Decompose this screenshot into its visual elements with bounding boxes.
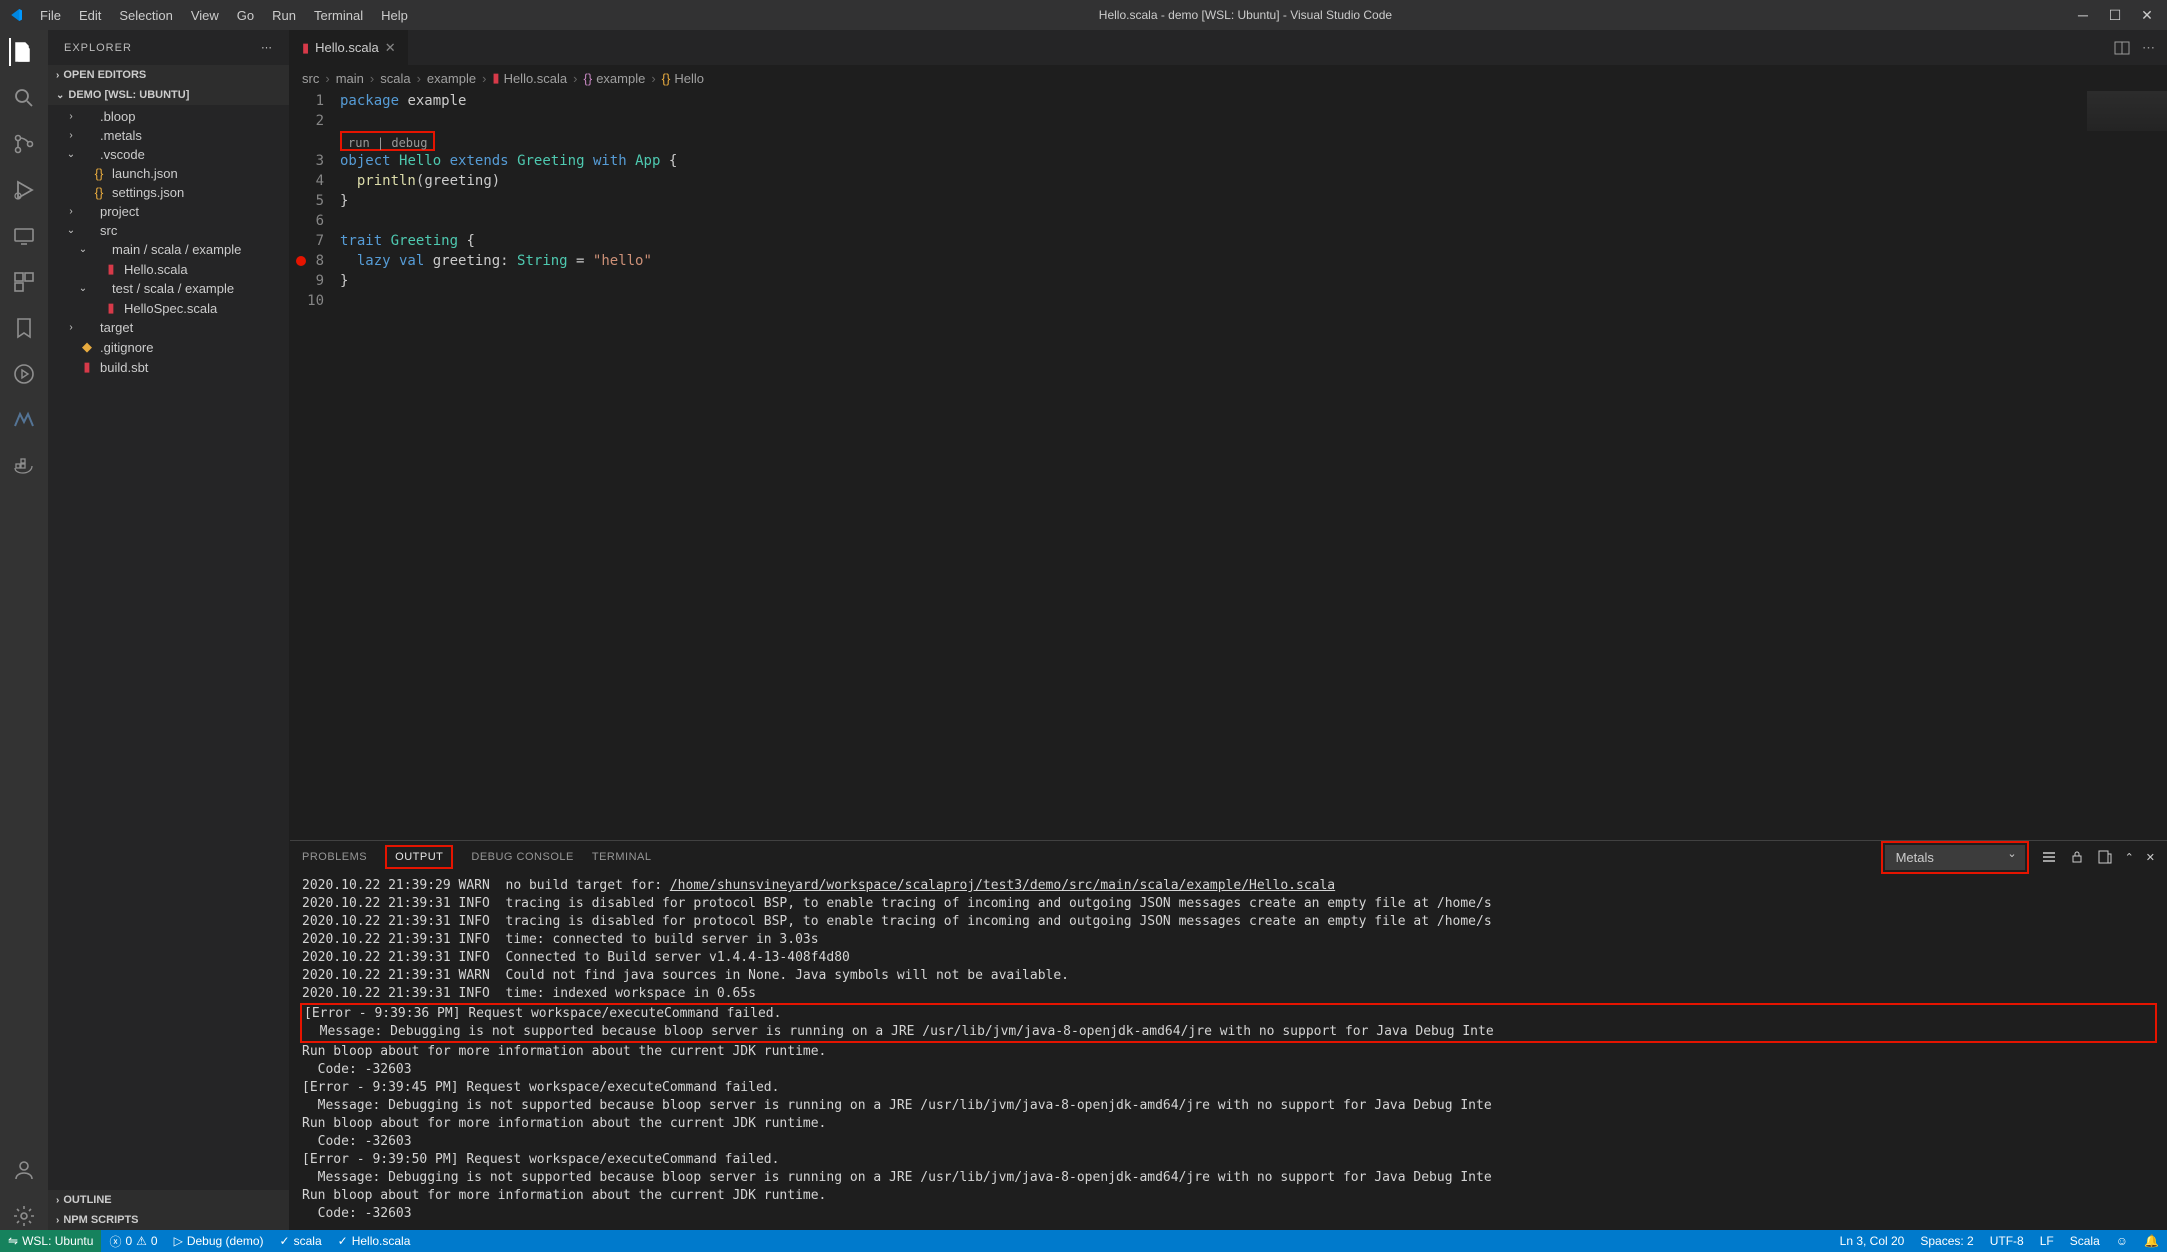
tree-item[interactable]: ▮HelloSpec.scala [48,298,289,318]
more-actions-icon[interactable]: ⋯ [2142,40,2155,56]
minimap[interactable] [2087,91,2167,131]
bookmark-icon[interactable] [10,314,38,342]
menu-edit[interactable]: Edit [71,4,109,27]
maximize-button[interactable]: ☐ [2107,7,2123,23]
vscode-logo-icon [8,7,24,23]
panel-tab-problems[interactable]: PROBLEMS [302,845,367,869]
panel-tab-terminal[interactable]: TERMINAL [592,845,652,869]
close-tab-icon[interactable]: ✕ [385,40,396,56]
open-log-icon[interactable] [2097,849,2113,865]
clear-output-icon[interactable] [2041,849,2057,865]
panel-close-icon[interactable]: ✕ [2146,851,2155,864]
section-workspace[interactable]: ⌄DEMO [WSL: UBUNTU] [48,85,289,105]
tree-item[interactable]: {}launch.json [48,164,289,183]
editor-area: ▮ Hello.scala ✕ ⋯ src› main› scala› exam… [290,30,2167,1230]
bottom-panel: PROBLEMS OUTPUT DEBUG CONSOLE TERMINAL M… [290,840,2167,1230]
section-npm-scripts[interactable]: ›NPM SCRIPTS [48,1210,289,1230]
section-outline[interactable]: ›OUTLINE [48,1190,289,1210]
settings-gear-icon[interactable] [10,1202,38,1230]
menu-view[interactable]: View [183,4,227,27]
tree-item[interactable]: ⌄.vscode [48,145,289,164]
status-cursor[interactable]: Ln 3, Col 20 [1832,1230,1913,1252]
tree-item[interactable]: ◆.gitignore [48,337,289,357]
breakpoint-icon[interactable] [296,256,306,266]
code-editor[interactable]: 12345678910 package examplerun | debugob… [290,91,2167,840]
sidebar: EXPLORER ⋯ ›OPEN EDITORS ⌄DEMO [WSL: UBU… [48,30,290,1230]
tree-item[interactable]: ⌄main / scala / example [48,240,289,259]
menu-help[interactable]: Help [373,4,416,27]
tree-item[interactable]: ▮build.sbt [48,357,289,377]
panel-tabs: PROBLEMS OUTPUT DEBUG CONSOLE TERMINAL M… [290,841,2167,873]
tree-item[interactable]: ›target [48,318,289,337]
close-button[interactable]: ✕ [2139,7,2155,23]
status-encoding[interactable]: UTF-8 [1982,1230,2032,1252]
search-icon[interactable] [10,84,38,112]
remote-indicator[interactable]: ⇋WSL: Ubuntu [0,1230,101,1252]
editor-tabs: ▮ Hello.scala ✕ ⋯ [290,30,2167,65]
menu-selection[interactable]: Selection [111,4,180,27]
output-channel-select[interactable]: Metals [1881,841,2029,874]
menu-terminal[interactable]: Terminal [306,4,371,27]
window-controls: ─ ☐ ✕ [2075,7,2159,23]
window-title: Hello.scala - demo [WSL: Ubuntu] - Visua… [416,8,2075,22]
panel-up-icon[interactable]: ⌃ [2125,851,2134,864]
codelens-run-debug[interactable]: run | debug [340,131,435,151]
status-eol[interactable]: LF [2032,1230,2062,1252]
tree-item[interactable]: ›.bloop [48,107,289,126]
run-debug-icon[interactable] [10,176,38,204]
status-file[interactable]: ✓Hello.scala [330,1230,419,1252]
status-scala[interactable]: ✓scala [272,1230,330,1252]
status-lang[interactable]: Scala [2062,1230,2108,1252]
tab-hello-scala[interactable]: ▮ Hello.scala ✕ [290,30,409,65]
status-debug[interactable]: ▷Debug (demo) [166,1230,272,1252]
minimize-button[interactable]: ─ [2075,7,2091,23]
tree-item[interactable]: {}settings.json [48,183,289,202]
panel-tab-output[interactable]: OUTPUT [385,845,453,869]
account-icon[interactable] [10,1156,38,1184]
menu-run[interactable]: Run [264,4,304,27]
split-editor-icon[interactable] [2114,40,2130,56]
tree-item[interactable]: ›.metals [48,126,289,145]
tree-item[interactable]: ⌄src [48,221,289,240]
menu-bar: File Edit Selection View Go Run Terminal… [32,4,416,27]
more-icon[interactable]: ⋯ [261,41,273,54]
metals-icon[interactable] [10,406,38,434]
menu-file[interactable]: File [32,4,69,27]
lock-scroll-icon[interactable] [2069,849,2085,865]
section-open-editors[interactable]: ›OPEN EDITORS [48,65,289,85]
tree-item[interactable]: ›project [48,202,289,221]
titlebar: File Edit Selection View Go Run Terminal… [0,0,2167,30]
tree-item[interactable]: ⌄test / scala / example [48,279,289,298]
tab-label: Hello.scala [315,40,379,55]
activity-bar [0,30,48,1230]
menu-go[interactable]: Go [229,4,262,27]
status-bell-icon[interactable]: 🔔 [2136,1230,2167,1252]
docker-icon[interactable] [10,452,38,480]
output-panel-body[interactable]: 2020.10.22 21:39:29 WARN no build target… [290,873,2167,1230]
source-control-icon[interactable] [10,130,38,158]
file-tree[interactable]: ›.bloop›.metals⌄.vscode{}launch.json{}se… [48,105,289,1190]
status-problems[interactable]: ⓧ0 ⚠0 [101,1230,165,1252]
status-spaces[interactable]: Spaces: 2 [1912,1230,1981,1252]
scala-file-icon: ▮ [302,40,309,56]
breadcrumbs[interactable]: src› main› scala› example› ▮ Hello.scala… [290,65,2167,91]
remote-explorer-icon[interactable] [10,222,38,250]
explorer-icon[interactable] [9,38,37,66]
status-bar: ⇋WSL: Ubuntu ⓧ0 ⚠0 ▷Debug (demo) ✓scala … [0,1230,2167,1252]
error-highlight: [Error - 9:39:36 PM] Request workspace/e… [300,1003,2157,1043]
extensions-icon[interactable] [10,268,38,296]
panel-tab-debug-console[interactable]: DEBUG CONSOLE [471,845,573,869]
test-icon[interactable] [10,360,38,388]
sidebar-title: EXPLORER ⋯ [48,30,289,65]
status-feedback-icon[interactable]: ☺ [2108,1230,2136,1252]
tree-item[interactable]: ▮Hello.scala [48,259,289,279]
